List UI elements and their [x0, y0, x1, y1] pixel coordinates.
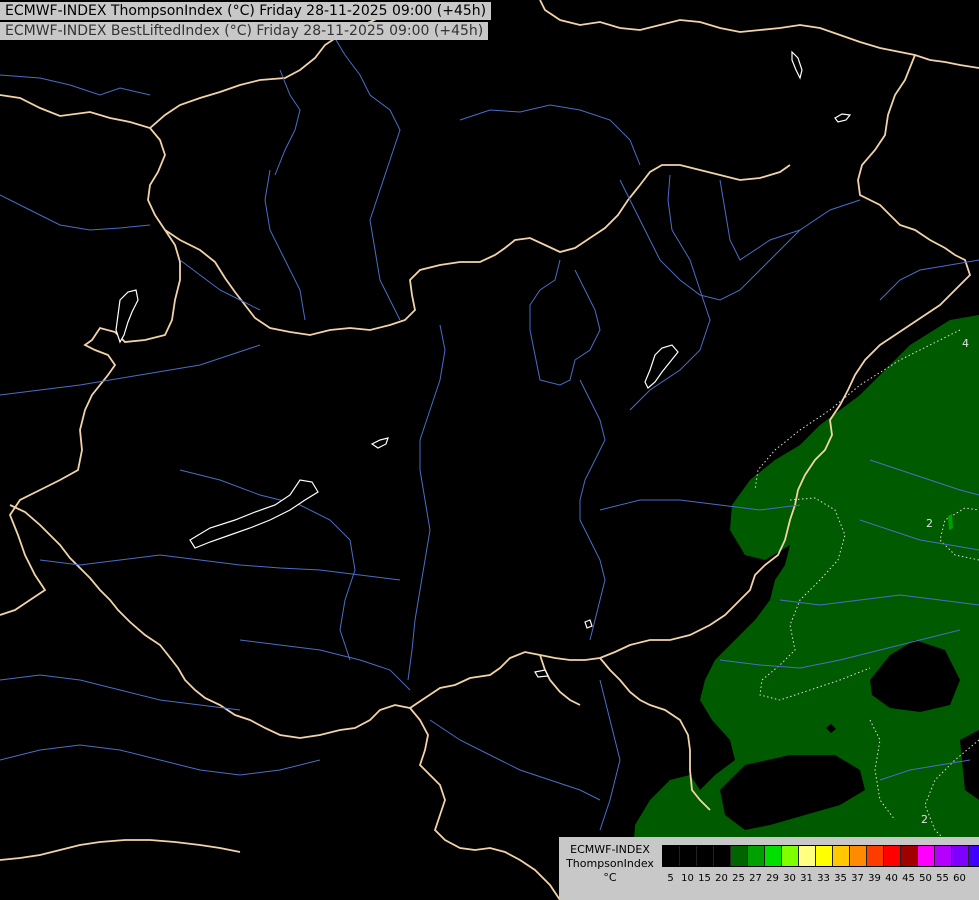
legend-swatch: [952, 846, 969, 866]
contour-label: 4: [962, 337, 969, 350]
legend-tick-label: 10: [681, 873, 694, 884]
legend-swatch: [867, 846, 884, 866]
map-title-secondary: ECMWF-INDEX BestLiftedIndex (°C) Friday …: [0, 22, 489, 40]
legend-swatch: [782, 846, 799, 866]
legend-name-line: ThompsonIndex: [566, 857, 654, 870]
map-title-primary: ECMWF-INDEX ThompsonIndex (°C) Friday 28…: [0, 2, 492, 20]
legend-name-line: °C: [603, 871, 617, 884]
legend-tick-label: 31: [800, 873, 813, 884]
legend-tick-label: 30: [783, 873, 796, 884]
legend-tick-label: 45: [902, 873, 915, 884]
legend-swatch: [901, 846, 918, 866]
legend-tick-label: 50: [919, 873, 932, 884]
legend-swatch: [731, 846, 748, 866]
legend-tick-label: 39: [868, 873, 881, 884]
legend-tick-label: 60: [953, 873, 966, 884]
legend-name-line: ECMWF-INDEX: [570, 843, 650, 856]
legend-swatch: [714, 846, 731, 866]
legend-tick-label: 20: [715, 873, 728, 884]
legend-swatch: [833, 846, 850, 866]
weather-map: 4 2 2: [0, 0, 979, 900]
legend-swatch: [918, 846, 935, 866]
legend-tick-label: 40: [885, 873, 898, 884]
color-legend: ECMWF-INDEX ThompsonIndex °C 5 10 15 20 25 27…: [559, 837, 979, 900]
legend-tick-label: 33: [817, 873, 830, 884]
legend-name: ECMWF-INDEX ThompsonIndex °C: [563, 843, 657, 885]
legend-swatch: [680, 846, 697, 866]
legend-swatches: [662, 845, 979, 867]
legend-swatch: [663, 846, 680, 866]
legend-swatch: [969, 846, 979, 866]
legend-tick-label: 27: [749, 873, 762, 884]
legend-swatch: [748, 846, 765, 866]
legend-tick-label: 55: [936, 873, 949, 884]
legend-tick-label: 25: [732, 873, 745, 884]
legend-swatch: [765, 846, 782, 866]
legend-tick-label: 35: [834, 873, 847, 884]
legend-swatch: [850, 846, 867, 866]
legend-ticks: 5 10 15 20 25 27 29 30 31 33 35 37 39 40 45 50 55 60: [662, 873, 968, 884]
contour-label: 2: [926, 517, 933, 530]
legend-swatch: [816, 846, 833, 866]
legend-tick-label: 15: [698, 873, 711, 884]
legend-swatch: [884, 846, 901, 866]
legend-swatch: [697, 846, 714, 866]
legend-tick-label: 5: [667, 873, 674, 884]
legend-tick-label: 37: [851, 873, 864, 884]
legend-swatch: [935, 846, 952, 866]
legend-swatch: [799, 846, 816, 866]
legend-tick-label: 29: [766, 873, 779, 884]
contour-label: 2: [921, 813, 928, 826]
